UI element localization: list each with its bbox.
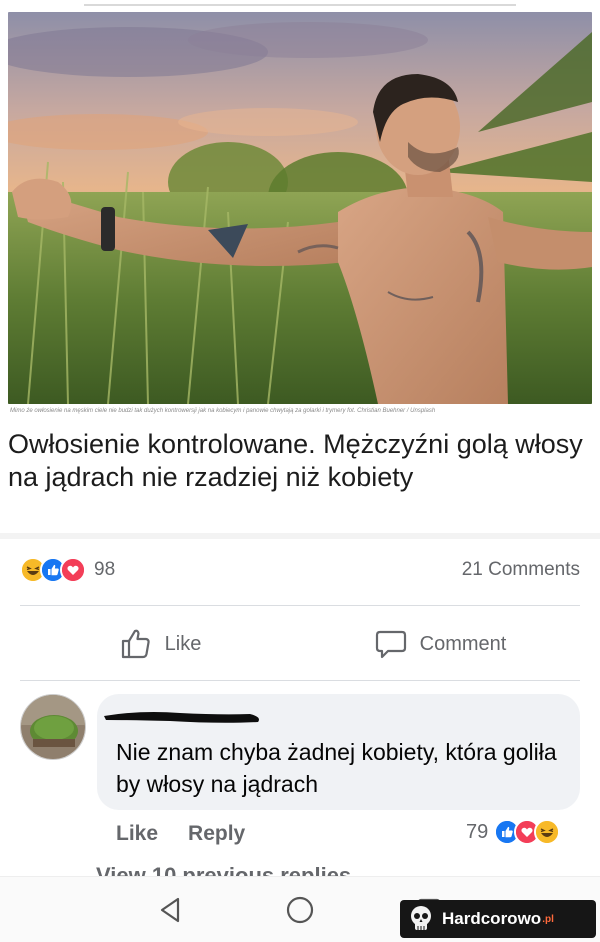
comment-text: Nie znam chyba żadnej kobiety, która gol… <box>116 739 557 797</box>
back-icon[interactable] <box>156 895 186 925</box>
comment-actions: Like Reply <box>116 818 245 850</box>
haha-icon <box>534 819 561 845</box>
hardcorowo-watermark: Hardcorowo .pl <box>400 900 596 938</box>
divider-top <box>20 605 580 606</box>
comments-count[interactable]: 21 Comments <box>462 559 580 581</box>
like-button[interactable]: Like <box>20 627 300 661</box>
watermark-suffix: .pl <box>542 913 554 925</box>
comment-reaction-count: 79 <box>466 820 489 843</box>
divider-bottom <box>20 680 580 681</box>
comment-reply-button[interactable]: Reply <box>188 822 245 846</box>
love-icon <box>60 557 86 583</box>
thumbs-up-icon <box>121 629 150 659</box>
post-actions: Like Comment <box>20 618 580 670</box>
watermark-text: Hardcorowo <box>442 909 542 928</box>
reactions-summary[interactable]: 98 21 Comments <box>20 555 580 585</box>
reaction-icons <box>20 557 86 583</box>
speech-bubble-icon <box>375 630 406 659</box>
comment-label: Comment <box>419 632 507 655</box>
home-icon[interactable] <box>285 895 315 925</box>
section-gap <box>0 533 600 539</box>
commenter-avatar[interactable] <box>20 694 86 760</box>
comment-like-button[interactable]: Like <box>116 822 158 846</box>
article-headline[interactable]: Owłosienie kontrolowane. Mężczyźni golą … <box>8 428 588 494</box>
skull-logo-icon <box>411 906 431 930</box>
post-photo[interactable] <box>8 12 592 404</box>
comment-reactions[interactable]: 79 <box>466 816 561 848</box>
image-caption: Mimo że owłosienie na męskim ciele nie b… <box>10 408 436 414</box>
redacted-name-scribble <box>104 712 259 723</box>
like-label: Like <box>164 632 202 655</box>
avatar-image <box>21 695 85 759</box>
reactions-left[interactable]: 98 <box>20 557 115 583</box>
top-strip <box>0 0 600 10</box>
reaction-count[interactable]: 98 <box>94 559 115 581</box>
comment-button[interactable]: Comment <box>300 627 580 661</box>
post-photo-illustration <box>8 12 592 404</box>
